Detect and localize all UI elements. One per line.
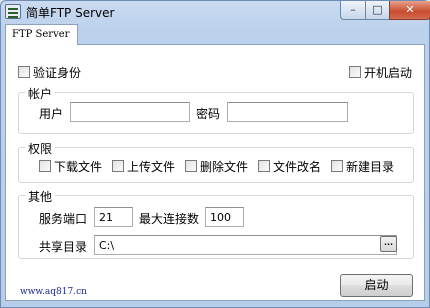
maximize-button[interactable]: □ xyxy=(365,1,390,20)
window-title: 简单FTP Server xyxy=(26,6,115,20)
minimize-button[interactable]: – xyxy=(340,1,366,20)
share-dir-label: 共享目录 xyxy=(39,240,88,254)
perm-delete-checkbox[interactable]: 删除文件 xyxy=(185,159,249,174)
perm-upload-box[interactable] xyxy=(112,160,124,172)
settings-panel: 验证身份 开机启动 帐户 用户 密码 权限 下载文件 上传文件 删除文件 文件改… xyxy=(5,44,425,301)
permissions-group-title: 权限 xyxy=(25,140,56,157)
perm-download-checkbox[interactable]: 下载文件 xyxy=(39,159,103,174)
app-icon xyxy=(5,4,21,19)
perm-rename-checkbox[interactable]: 文件改名 xyxy=(258,159,322,174)
max-connections-label: 最大连接数 xyxy=(139,212,200,226)
tab-ftp-server[interactable]: FTP Server xyxy=(5,24,78,45)
other-group: 其他 服务端口 21 最大连接数 100 共享目录 C:\ xyxy=(18,188,414,259)
account-group: 帐户 用户 密码 xyxy=(18,85,414,134)
port-label: 服务端口 xyxy=(39,212,88,226)
auth-checkbox-label: 验证身份 xyxy=(33,65,82,80)
password-input[interactable] xyxy=(227,102,348,122)
start-button[interactable]: 启动 xyxy=(340,274,413,297)
perm-download-box[interactable] xyxy=(39,160,51,172)
title-bar[interactable]: 简单FTP Server – □ ✕ xyxy=(1,1,430,23)
perm-rename-box[interactable] xyxy=(258,160,270,172)
account-group-title: 帐户 xyxy=(25,85,56,102)
website-link[interactable]: www.aq817.cn xyxy=(20,287,87,297)
max-connections-input[interactable]: 100 xyxy=(205,207,244,227)
auth-checkbox[interactable]: 验证身份 xyxy=(18,65,82,80)
perm-delete-box[interactable] xyxy=(185,160,197,172)
share-dir-input[interactable]: C:\ xyxy=(94,235,397,255)
close-button[interactable]: ✕ xyxy=(389,1,430,20)
autostart-checkbox[interactable]: 开机启动 xyxy=(349,65,413,80)
port-input[interactable]: 21 xyxy=(94,207,133,227)
perm-upload-label: 上传文件 xyxy=(127,159,176,174)
perm-mkdir-box[interactable] xyxy=(331,160,343,172)
autostart-checkbox-label: 开机启动 xyxy=(364,65,413,80)
autostart-checkbox-box[interactable] xyxy=(349,66,361,78)
perm-rename-label: 文件改名 xyxy=(273,159,322,174)
ftp-server-window: 简单FTP Server – □ ✕ FTP Server 验证身份 开机启动 … xyxy=(0,0,430,308)
perm-mkdir-label: 新建目录 xyxy=(346,159,395,174)
browse-button[interactable]: ... xyxy=(380,236,397,252)
user-label: 用户 xyxy=(39,107,64,121)
perm-upload-checkbox[interactable]: 上传文件 xyxy=(112,159,176,174)
user-input[interactable] xyxy=(70,102,190,122)
other-group-title: 其他 xyxy=(25,188,56,205)
perm-mkdir-checkbox[interactable]: 新建目录 xyxy=(331,159,395,174)
permissions-group: 权限 下载文件 上传文件 删除文件 文件改名 新建目录 xyxy=(18,140,414,183)
auth-checkbox-box[interactable] xyxy=(18,66,30,78)
password-label: 密码 xyxy=(196,107,221,121)
perm-delete-label: 删除文件 xyxy=(200,159,249,174)
perm-download-label: 下载文件 xyxy=(54,159,103,174)
